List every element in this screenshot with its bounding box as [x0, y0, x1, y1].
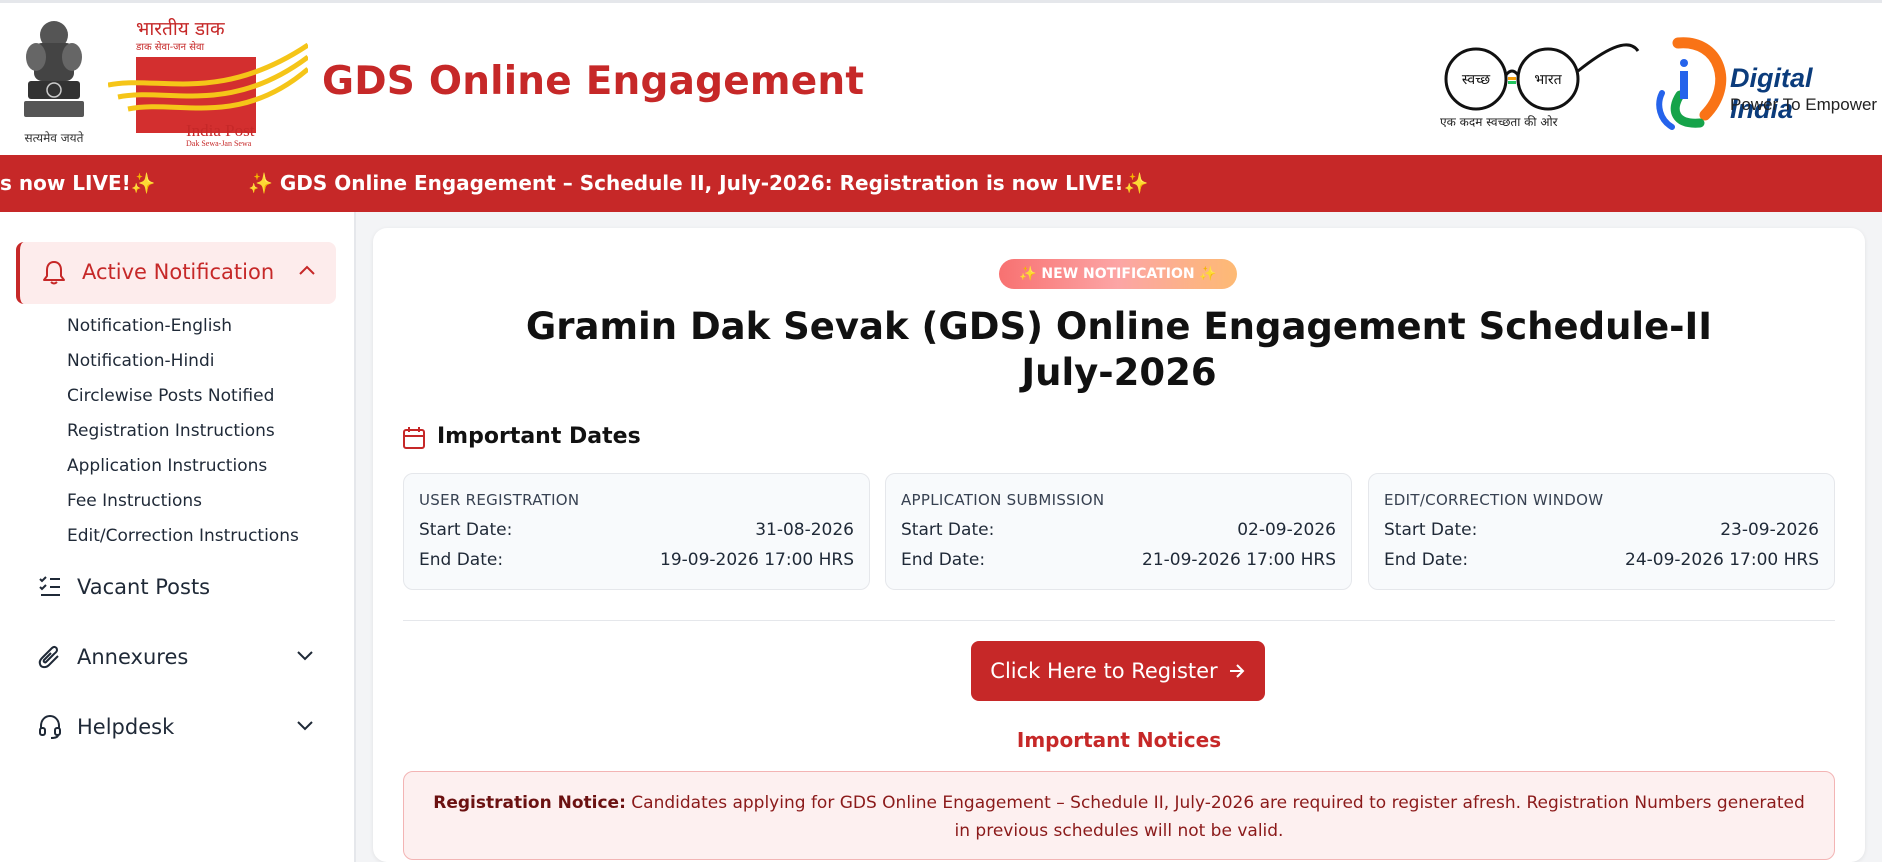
sidebar-item-annexures[interactable]: Annexures: [0, 632, 340, 682]
sidebar-subitem-application-instructions[interactable]: Application Instructions: [67, 456, 267, 476]
sidebar-item-active-notification[interactable]: Active Notification: [16, 242, 336, 304]
end-date-value: 24-09-2026 17:00 HRS: [1625, 550, 1819, 570]
page-title-line1: Gramin Dak Sevak (GDS) Online Engagement…: [525, 305, 1713, 348]
important-dates-label: Important Dates: [437, 424, 641, 449]
end-date-label: End Date:: [419, 550, 504, 570]
swachh-bharat-logo: स्वच्छ भारत एक कदम स्वच्छता की ओर: [1428, 31, 1643, 136]
swachh-right-lens-text: भारत: [1534, 72, 1562, 88]
chevron-down-icon[interactable]: [296, 649, 314, 661]
page-title-line2: July-2026: [1021, 351, 1217, 394]
sidebar-subitem-edit-correction-instructions[interactable]: Edit/Correction Instructions: [67, 526, 299, 546]
sidebar-subitem-fee-instructions[interactable]: Fee Instructions: [67, 491, 202, 511]
date-box-caption: EDIT/CORRECTION WINDOW: [1384, 491, 1604, 509]
important-notices-heading: Important Notices: [1016, 728, 1222, 752]
end-date-label: End Date:: [1384, 550, 1469, 570]
bell-icon: [43, 261, 65, 285]
end-date-value: 21-09-2026 17:00 HRS: [1142, 550, 1336, 570]
sidebar-subitem-registration-instructions[interactable]: Registration Instructions: [67, 421, 275, 441]
swachh-tagline: एक कदम स्वच्छता की ओर: [1440, 115, 1558, 129]
digital-india-title: Digital India: [1730, 63, 1813, 124]
digital-india-subtitle: Power To Empower: [1730, 95, 1878, 114]
end-date-value: 19-09-2026 17:00 HRS: [660, 550, 854, 570]
digital-india-mark-icon: [1656, 37, 1727, 130]
sidebar-item-vacant-posts[interactable]: Vacant Posts: [0, 562, 340, 612]
emblem-motto: सत्यमेव जयते: [24, 131, 84, 145]
sidebar-item-label: Annexures: [77, 645, 189, 669]
register-button-label: Click Here to Register: [990, 659, 1218, 683]
start-date-label: Start Date:: [419, 520, 513, 540]
site-title: GDS Online Engagement: [322, 59, 865, 104]
gandhi-glasses-icon: स्वच्छ भारत: [1444, 43, 1640, 111]
chevron-down-icon[interactable]: [296, 719, 314, 731]
swachh-left-lens-text: स्वच्छ: [1462, 72, 1491, 88]
ashoka-emblem-icon: [24, 21, 84, 117]
list-check-icon: [39, 576, 60, 596]
sidebar-item-label: Active Notification: [82, 260, 275, 284]
ticker-item[interactable]: ✨ GDS Online Engagement – Schedule II, J…: [248, 171, 1148, 195]
notification-card: ✨ NEW NOTIFICATION ✨ Gramin Dak Sevak (G…: [373, 228, 1865, 862]
start-date-value: 02-09-2026: [1237, 520, 1336, 540]
india-post-name: India Post: [186, 121, 255, 140]
register-button[interactable]: Click Here to Register: [971, 641, 1265, 701]
chevron-up-icon[interactable]: [298, 264, 316, 276]
headset-icon: [39, 714, 61, 739]
start-date-value: 23-09-2026: [1720, 520, 1819, 540]
section-divider: [403, 620, 1835, 621]
calendar-icon: [403, 427, 425, 449]
notice-label: Registration Notice:: [433, 793, 626, 813]
site-header: सत्यमेव जयते भारतीय डाक डाक सेवा-जन सेवा…: [0, 0, 1882, 155]
start-date-label: Start Date:: [1384, 520, 1478, 540]
india-post-logo: भारतीय डाक डाक सेवा-जन सेवा India Post D…: [108, 15, 308, 149]
digital-india-logo: Digital India Power To Empower: [1650, 35, 1882, 135]
sidebar-subitem-notification-english[interactable]: Notification-English: [67, 316, 232, 336]
arrow-right-icon: [1229, 664, 1245, 678]
date-box-caption: USER REGISTRATION: [419, 491, 580, 509]
sidebar-subitem-notification-hindi[interactable]: Notification-Hindi: [67, 351, 214, 371]
new-notification-badge: ✨ NEW NOTIFICATION ✨: [999, 259, 1237, 289]
application-submission-dates: APPLICATION SUBMISSION Start Date: 02-09…: [885, 473, 1352, 590]
registration-notice: Registration Notice: Candidates applying…: [403, 771, 1835, 860]
paperclip-icon: [38, 645, 59, 669]
india-post-tagline: Dak Sewa-Jan Sewa: [186, 139, 252, 148]
page-title: Gramin Dak Sevak (GDS) Online Engagement…: [373, 304, 1865, 396]
start-date-label: Start Date:: [901, 520, 995, 540]
edit-correction-dates: EDIT/CORRECTION WINDOW Start Date: 23-09…: [1368, 473, 1835, 590]
ticker-item[interactable]: s now LIVE!✨: [0, 171, 156, 195]
sidebar-subitem-circlewise-posts[interactable]: Circlewise Posts Notified: [67, 386, 274, 406]
start-date-value: 31-08-2026: [755, 520, 854, 540]
end-date-label: End Date:: [901, 550, 986, 570]
sidebar-item-label: Helpdesk: [77, 715, 175, 739]
announcement-ticker: s now LIVE!✨ ✨ GDS Online Engagement – S…: [0, 155, 1882, 212]
user-registration-dates: USER REGISTRATION Start Date: 31-08-2026…: [403, 473, 870, 590]
date-box-caption: APPLICATION SUBMISSION: [901, 491, 1105, 509]
notice-text: Candidates applying for GDS Online Engag…: [625, 793, 1805, 841]
sidebar-item-helpdesk[interactable]: Helpdesk: [0, 702, 340, 752]
national-emblem: सत्यमेव जयते: [14, 15, 94, 147]
sidebar-item-label: Vacant Posts: [77, 575, 211, 599]
sidebar: Active Notification Notification-English…: [0, 212, 356, 862]
